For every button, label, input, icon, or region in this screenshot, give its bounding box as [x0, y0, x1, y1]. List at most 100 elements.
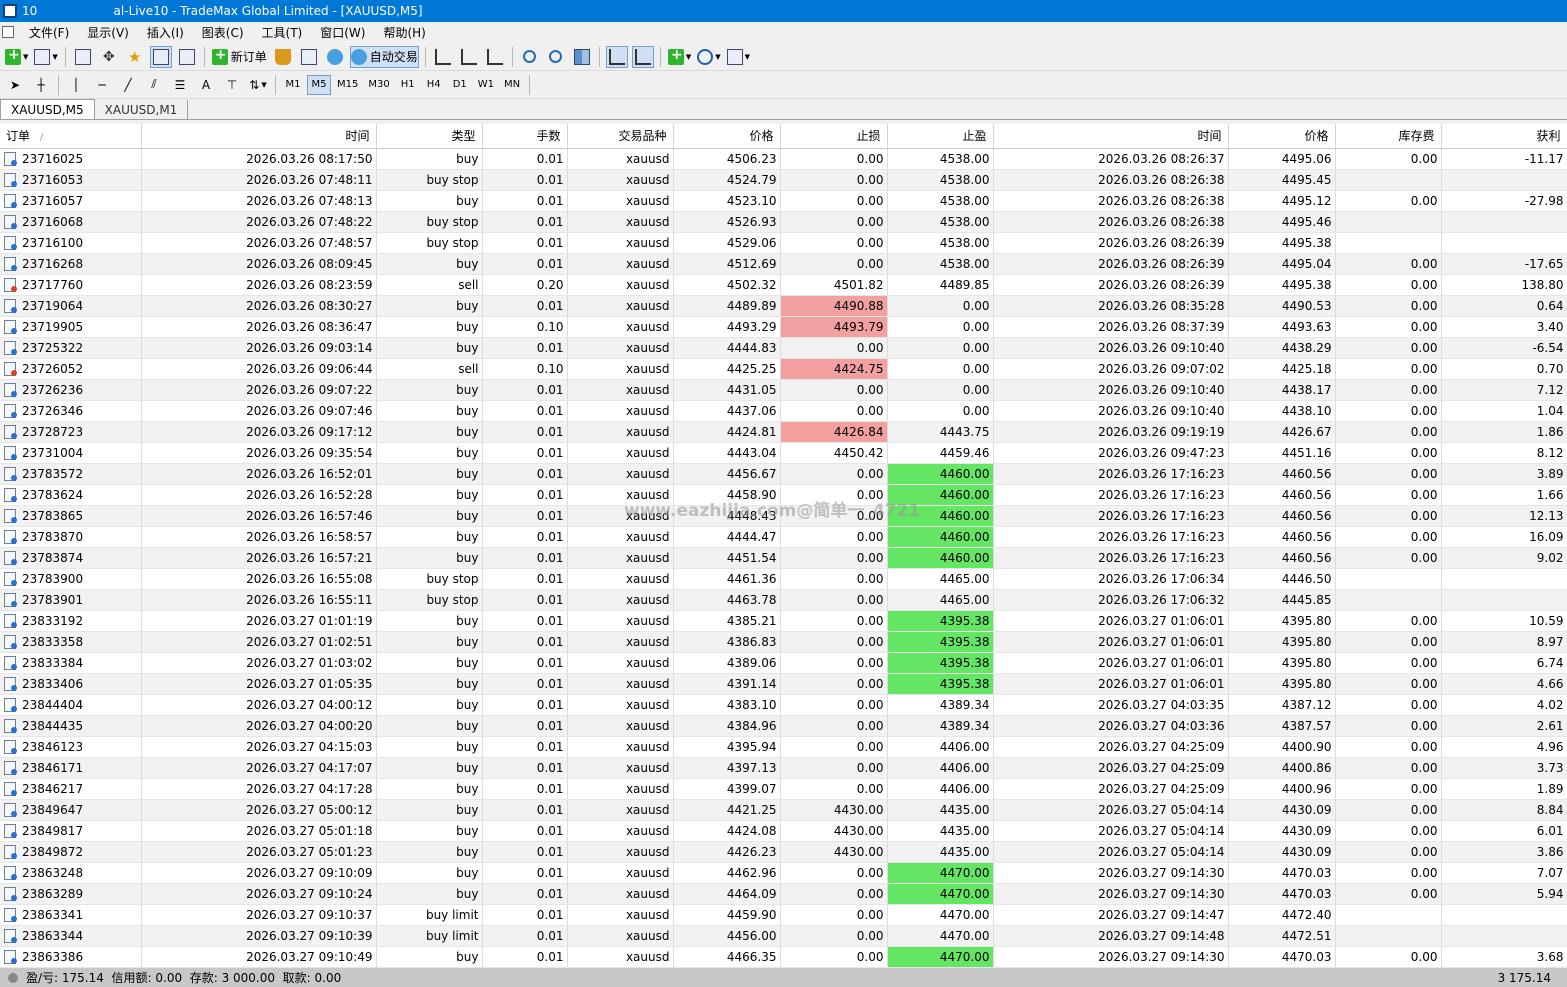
auto-trading-button[interactable]: 自动交易: [349, 45, 419, 68]
menu-window[interactable]: 窗口(W): [311, 24, 374, 41]
table-row[interactable]: 23846171 2026.03.27 04:17:07 buy 0.01 xauusd…: [0, 757, 1567, 779]
table-row[interactable]: 23783901 2026.03.26 16:55:11 buy stop 0.01 x…: [0, 589, 1567, 611]
timeframe-m5[interactable]: M5: [307, 74, 331, 95]
tab-xauusd-m1[interactable]: XAUUSD,M1: [95, 100, 189, 119]
table-row[interactable]: 23849647 2026.03.27 05:00:12 buy 0.01 xauusd…: [0, 799, 1567, 821]
table-row[interactable]: 23716268 2026.03.26 08:09:45 buy 0.01 xauusd…: [0, 253, 1567, 275]
table-row[interactable]: 23719064 2026.03.26 08:30:27 buy 0.01 xauusd…: [0, 295, 1567, 317]
line-chart-button[interactable]: [484, 46, 506, 68]
table-row[interactable]: 23725322 2026.03.26 09:03:14 buy 0.01 xauusd…: [0, 337, 1567, 359]
terminal-button[interactable]: [149, 45, 172, 68]
strategy-tester-button[interactable]: [176, 46, 198, 68]
col-header-price[interactable]: 价格: [673, 124, 781, 149]
metaeditor-button[interactable]: [272, 46, 294, 68]
templates-button[interactable]: ▼: [726, 46, 751, 68]
table-row[interactable]: 23716068 2026.03.26 07:48:22 buy stop 0.01 x…: [0, 211, 1567, 233]
new-order-button[interactable]: 新订单: [211, 46, 268, 68]
table-row[interactable]: 23783865 2026.03.26 16:57:46 buy 0.01 xauusd…: [0, 505, 1567, 527]
table-row[interactable]: 23716025 2026.03.26 08:17:50 buy 0.01 xauusd…: [0, 148, 1567, 170]
indicators-button[interactable]: ▼: [667, 46, 692, 68]
table-row[interactable]: 23731004 2026.03.26 09:35:54 buy 0.01 xauusd…: [0, 442, 1567, 464]
table-row[interactable]: 23783874 2026.03.26 16:57:21 buy 0.01 xauusd…: [0, 547, 1567, 569]
col-header-type[interactable]: 类型: [376, 124, 483, 149]
fibonacci-button[interactable]: ☰: [169, 74, 191, 96]
timeframe-d1[interactable]: D1: [448, 75, 472, 95]
auto-scroll-button[interactable]: [605, 45, 628, 68]
table-row[interactable]: 23726236 2026.03.26 09:07:22 buy 0.01 xauusd…: [0, 379, 1567, 401]
table-row[interactable]: 23833384 2026.03.27 01:03:02 buy 0.01 xauusd…: [0, 652, 1567, 674]
timeframe-mn[interactable]: MN: [500, 75, 524, 95]
table-row[interactable]: 23717760 2026.03.26 08:23:59 sell 0.20 xauus…: [0, 274, 1567, 296]
table-row[interactable]: 23863386 2026.03.27 09:10:49 buy 0.01 xauusd…: [0, 946, 1567, 968]
timeframe-w1[interactable]: W1: [474, 75, 498, 95]
timeframe-m15[interactable]: M15: [333, 75, 362, 95]
table-row[interactable]: 23833358 2026.03.27 01:02:51 buy 0.01 xauusd…: [0, 631, 1567, 653]
arrows-button[interactable]: ⇅ ▼: [247, 74, 269, 96]
menu-help[interactable]: 帮助(H): [374, 24, 434, 41]
zoom-in-button[interactable]: [519, 46, 541, 68]
col-header-sl[interactable]: 止损: [780, 124, 888, 149]
table-row[interactable]: 23846217 2026.03.27 04:17:28 buy 0.01 xauusd…: [0, 778, 1567, 800]
timeframe-m30[interactable]: M30: [364, 75, 393, 95]
chart-shift-button[interactable]: [631, 45, 654, 68]
vps-button[interactable]: [324, 46, 346, 68]
navigator-button[interactable]: ★: [124, 46, 146, 68]
col-header-open-time[interactable]: 时间: [141, 124, 377, 149]
col-header-lots[interactable]: 手数: [482, 124, 568, 149]
crosshair-button[interactable]: ┼: [30, 74, 52, 96]
table-row[interactable]: 23844404 2026.03.27 04:00:12 buy 0.01 xauusd…: [0, 694, 1567, 716]
table-row[interactable]: 23716057 2026.03.26 07:48:13 buy 0.01 xauusd…: [0, 190, 1567, 212]
col-header-close-price[interactable]: 价格: [1228, 124, 1336, 149]
menu-tools[interactable]: 工具(T): [253, 24, 312, 41]
market-watch-button[interactable]: [72, 46, 94, 68]
table-row[interactable]: 23726346 2026.03.26 09:07:46 buy 0.01 xauusd…: [0, 400, 1567, 422]
table-row[interactable]: 23728723 2026.03.26 09:17:12 buy 0.01 xauusd…: [0, 421, 1567, 443]
vertical-line-button[interactable]: │: [65, 74, 87, 96]
col-header-swap[interactable]: 库存费: [1335, 124, 1442, 149]
text-button[interactable]: A: [195, 74, 217, 96]
profiles-button[interactable]: ▼: [33, 46, 58, 68]
table-row[interactable]: 23716053 2026.03.26 07:48:11 buy stop 0.01 x…: [0, 169, 1567, 191]
table-row[interactable]: 23726052 2026.03.26 09:06:44 sell 0.10 xauus…: [0, 358, 1567, 380]
table-row[interactable]: 23863289 2026.03.27 09:10:24 buy 0.01 xauusd…: [0, 883, 1567, 905]
table-row[interactable]: 23846123 2026.03.27 04:15:03 buy 0.01 xauusd…: [0, 736, 1567, 758]
menu-insert[interactable]: 插入(I): [138, 24, 193, 41]
table-row[interactable]: 23844435 2026.03.27 04:00:20 buy 0.01 xauusd…: [0, 715, 1567, 737]
data-window-button[interactable]: ✥: [98, 46, 120, 68]
table-row[interactable]: 23783900 2026.03.26 16:55:08 buy stop 0.01 x…: [0, 568, 1567, 590]
table-row[interactable]: 23833192 2026.03.27 01:01:19 buy 0.01 xauusd…: [0, 610, 1567, 632]
col-header-symbol[interactable]: 交易品种: [567, 124, 674, 149]
timeframe-h4[interactable]: H4: [422, 75, 446, 95]
table-row[interactable]: 23719905 2026.03.26 08:36:47 buy 0.10 xauusd…: [0, 316, 1567, 338]
timeframe-m1[interactable]: M1: [281, 75, 305, 95]
table-row[interactable]: 23863344 2026.03.27 09:10:39 buy limit 0.01…: [0, 925, 1567, 947]
periods-button[interactable]: ▼: [696, 46, 721, 68]
table-row[interactable]: 23716100 2026.03.26 07:48:57 buy stop 0.01 x…: [0, 232, 1567, 254]
col-header-close-time[interactable]: 时间: [993, 124, 1229, 149]
table-row[interactable]: 23849872 2026.03.27 05:01:23 buy 0.01 xauusd…: [0, 841, 1567, 863]
table-row[interactable]: 23863341 2026.03.27 09:10:37 buy limit 0.01…: [0, 904, 1567, 926]
col-header-profit[interactable]: 获利: [1441, 124, 1567, 149]
table-row[interactable]: 23863248 2026.03.27 09:10:09 buy 0.01 xauusd…: [0, 862, 1567, 884]
text-label-button[interactable]: ⊤: [221, 74, 243, 96]
channel-button[interactable]: ⫽: [143, 74, 165, 96]
menu-file[interactable]: 文件(F): [20, 24, 78, 41]
candlestick-button[interactable]: [458, 46, 480, 68]
menu-charts[interactable]: 图表(C): [193, 24, 253, 41]
table-row[interactable]: 23849817 2026.03.27 05:01:18 buy 0.01 xauusd…: [0, 820, 1567, 842]
signals-button[interactable]: [298, 46, 320, 68]
new-chart-button[interactable]: ▼: [4, 46, 29, 68]
bar-chart-button[interactable]: [432, 46, 454, 68]
table-row[interactable]: 23783870 2026.03.26 16:58:57 buy 0.01 xauusd…: [0, 526, 1567, 548]
table-row[interactable]: 23783572 2026.03.26 16:52:01 buy 0.01 xauusd…: [0, 463, 1567, 485]
table-row[interactable]: 23783624 2026.03.26 16:52:28 buy 0.01 xauusd…: [0, 484, 1567, 506]
document-icon[interactable]: [2, 26, 14, 38]
cursor-button[interactable]: ➤: [4, 74, 26, 96]
menu-view[interactable]: 显示(V): [78, 24, 138, 41]
tile-windows-button[interactable]: [571, 46, 593, 68]
timeframe-h1[interactable]: H1: [396, 75, 420, 95]
tab-xauusd-m5[interactable]: XAUUSD,M5: [0, 99, 95, 119]
table-row[interactable]: 23833406 2026.03.27 01:05:35 buy 0.01 xauusd…: [0, 673, 1567, 695]
col-header-order[interactable]: 订单 /: [0, 124, 142, 149]
horizontal-line-button[interactable]: ─: [91, 74, 113, 96]
